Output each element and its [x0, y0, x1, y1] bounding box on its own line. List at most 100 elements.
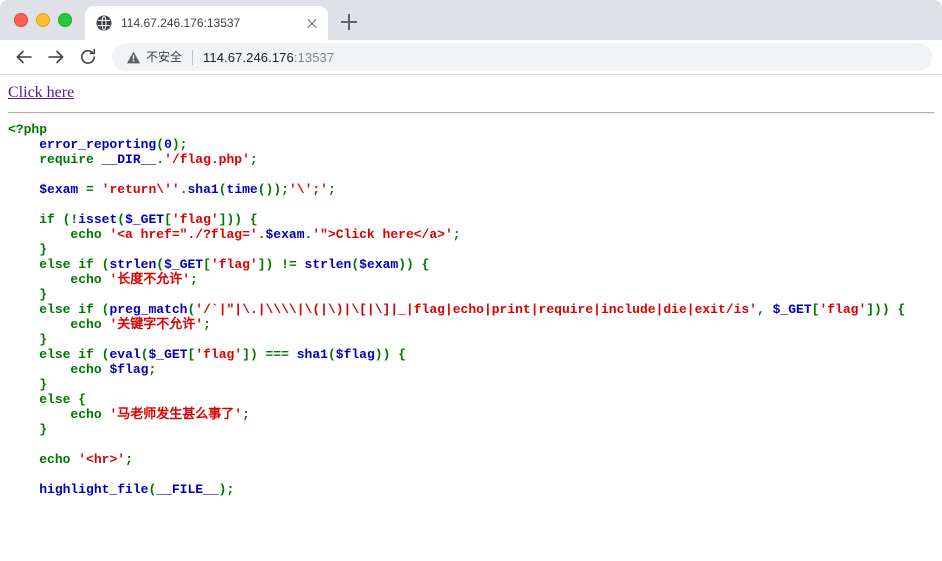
code-token: eval: [109, 347, 141, 362]
code-token: '">Click here</a>': [312, 227, 453, 242]
code-token: );: [218, 482, 235, 497]
code-token: }: [8, 242, 48, 257]
php-source-highlight: <?php error_reporting(0); require __DIR_…: [8, 122, 934, 497]
code-token: {: [70, 392, 87, 407]
code-token: =: [86, 182, 94, 197]
code-token: __FILE__: [156, 482, 219, 497]
reload-button[interactable]: [74, 43, 102, 71]
code-token: <?php: [8, 122, 48, 137]
code-token: (: [93, 347, 110, 362]
code-token: (: [93, 257, 110, 272]
code-token: $exam: [39, 182, 79, 197]
code-token: '<hr>': [78, 452, 126, 467]
code-token: ;: [242, 407, 250, 422]
code-token: }: [8, 377, 48, 392]
window-traffic-lights: [14, 13, 72, 27]
back-button[interactable]: [10, 43, 38, 71]
code-token: (: [140, 347, 149, 362]
window-close-button[interactable]: [14, 13, 28, 27]
code-token: '/flag.php': [164, 152, 250, 167]
url-port: :13537: [293, 49, 335, 65]
code-token: }: [8, 422, 48, 437]
warning-triangle-icon: [126, 50, 141, 65]
code-token: 'flag': [171, 212, 219, 227]
tab-title: 114.67.246.176:13537: [121, 16, 241, 30]
code-token: )) {: [374, 347, 407, 362]
code-token: [: [203, 257, 211, 272]
site-security-chip[interactable]: 不安全: [126, 50, 182, 65]
code-token: '<a href="./?flag=': [109, 227, 258, 242]
code-token: ;: [452, 227, 461, 242]
code-token: $_GET: [125, 212, 165, 227]
code-token: );: [171, 137, 188, 152]
omnibox-divider: [192, 49, 194, 65]
code-token: 'flag': [210, 257, 258, 272]
code-token: 'flag': [819, 302, 867, 317]
code-token: $flag: [335, 347, 375, 362]
code-token: ]) !=: [257, 257, 305, 272]
code-token: sha1: [187, 182, 219, 197]
code-token: }: [8, 287, 48, 302]
click-here-link[interactable]: Click here: [8, 84, 74, 102]
code-token: (: [351, 257, 360, 272]
code-token: '马老师发生甚么事了': [109, 407, 243, 422]
code-token: [: [164, 212, 172, 227]
forward-button[interactable]: [42, 43, 70, 71]
code-token: if: [39, 212, 55, 227]
page-viewport: Click here <?php error_reporting(0); req…: [0, 76, 942, 561]
code-token: '长度不允许': [109, 272, 191, 287]
code-token: else: [39, 257, 71, 272]
code-token: (!: [54, 212, 79, 227]
code-token: else: [39, 302, 71, 317]
url-host: 114.67.246.176: [203, 49, 294, 65]
code-token: echo: [39, 452, 71, 467]
code-token: strlen: [304, 257, 352, 272]
code-token: $_GET: [772, 302, 812, 317]
code-token: ());: [257, 182, 289, 197]
browser-window: 114.67.246.176:13537 不安全 114.67.246.176:…: [0, 0, 942, 561]
code-token: preg_match: [109, 302, 188, 317]
code-token: if: [78, 347, 94, 362]
code-token: if: [78, 257, 94, 272]
browser-tab[interactable]: 114.67.246.176:13537: [85, 6, 328, 40]
code-token: $exam: [265, 227, 305, 242]
code-token: else: [39, 392, 71, 407]
code-token: (: [156, 257, 165, 272]
code-token: (: [156, 137, 165, 152]
code-token: ])) {: [866, 302, 906, 317]
address-bar[interactable]: 不安全 114.67.246.176:13537: [112, 43, 932, 71]
code-token: 'return\'': [101, 182, 180, 197]
code-token: 'flag': [195, 347, 243, 362]
code-token: }: [8, 332, 48, 347]
horizontal-rule: [8, 112, 934, 114]
code-token: if: [78, 302, 94, 317]
new-tab-button[interactable]: [338, 11, 360, 33]
code-token: echo: [70, 317, 102, 332]
code-token: ;: [190, 272, 198, 287]
code-token: else: [39, 347, 71, 362]
page-body: Click here <?php error_reporting(0); req…: [0, 76, 942, 505]
url-display[interactable]: 114.67.246.176:13537: [203, 50, 334, 65]
tab-strip: 114.67.246.176:13537: [0, 0, 942, 40]
code-token: )) {: [398, 257, 430, 272]
code-token: $_GET: [148, 347, 188, 362]
code-token: (: [117, 212, 126, 227]
code-token: ;: [148, 362, 157, 377]
code-token: ;: [203, 317, 211, 332]
code-token: (: [93, 302, 110, 317]
code-token: $_GET: [164, 257, 204, 272]
window-maximize-button[interactable]: [58, 13, 72, 27]
close-icon[interactable]: [304, 15, 320, 31]
window-minimize-button[interactable]: [36, 13, 50, 27]
